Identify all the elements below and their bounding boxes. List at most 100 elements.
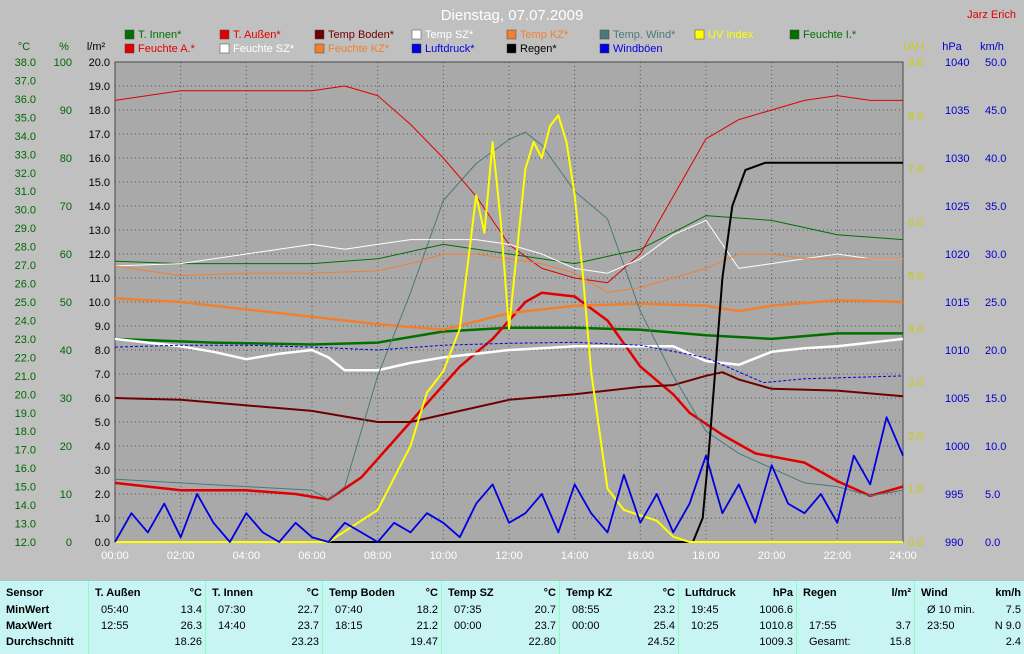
axis-tick-wind: 15.0 [985,393,1006,405]
axis-tick-temp: 33.0 [15,149,36,161]
axis-tick-rain: 1.0 [95,513,110,525]
axis-tick-temp: 17.0 [15,445,36,457]
axis-tick-hum: 20 [60,441,72,453]
stat-value: 1009.3 [759,636,793,648]
axis-tick-temp: 22.0 [15,352,36,364]
axis-tick-wind: 20.0 [985,345,1006,357]
axis-unit-uv: UV-I [903,41,924,53]
axis-tick-rain: 10.0 [89,297,110,309]
axis-tick-temp: 16.0 [15,463,36,475]
axis-tick-press: 1005 [945,393,969,405]
axis-tick-uv: 9.0 [908,57,923,69]
stat-value: 15.8 [889,636,911,648]
legend-swatch [599,29,610,40]
axis-tick-rain: 11.0 [89,273,110,285]
axis-tick-rain: 20.0 [89,57,110,69]
stat-value: 1006.6 [759,604,793,616]
axis-tick-rain: 13.0 [89,225,110,237]
stat-value: N 9.0 [994,620,1021,632]
legend-label: Feuchte KZ* [328,43,390,55]
axis-tick-temp: 26.0 [15,279,36,291]
axis-tick-temp: 32.0 [15,168,36,180]
axis-tick-uv: 5.0 [908,270,923,282]
axis-tick-temp: 13.0 [15,519,36,531]
axis-tick-uv: 6.0 [908,217,923,229]
axis-tick-hum: 60 [60,249,72,261]
stat-header: Temp SZ [448,587,494,599]
axis-tick-uv: 0.0 [908,537,923,549]
axis-tick-wind: 45.0 [985,105,1006,117]
stat-column: Temp Boden °C 07:40 18.2 18:15 21.2 19.47 [322,581,442,654]
weather-chart: 00:00 02:00 04:00 06:00 08:00 10:00 12:00 14:00… [15,7,1016,562]
axis-unit-rain: l/m² [87,41,106,53]
legend-label: Feuchte I.* [803,29,857,41]
stat-value: 22.7 [297,604,319,616]
stat-time: 18:15 [335,620,363,632]
axis-tick-hum: 10 [60,489,72,501]
stat-time: 19:45 [691,604,719,616]
stat-unit: l/m² [891,587,911,599]
stat-time: 00:00 [454,620,482,632]
legend-label: T. Außen* [233,29,281,41]
legend-swatch [219,29,230,40]
axis-tick-hum: 90 [60,105,72,117]
stat-unit: °C [425,587,438,599]
axis-tick-rain: 9.0 [95,321,110,333]
legend-label: UV Index [708,29,754,41]
stat-value: 20.7 [534,604,556,616]
stat-unit: °C [189,587,202,599]
axis-tick-temp: 36.0 [15,94,36,106]
stat-unit: °C [543,587,556,599]
axis-tick-temp: 18.0 [15,426,36,438]
axis-tick-rain: 0.0 [95,537,110,549]
axis-tick-rain: 6.0 [95,393,110,405]
legend-swatch [694,29,705,40]
x-tick-label: 22:00 [824,550,852,562]
axis-tick-temp: 31.0 [15,186,36,198]
axis-tick-rain: 14.0 [89,201,110,213]
stat-value: 19.47 [410,636,438,648]
axis-tick-hum: 100 [54,57,72,69]
axis-tick-temp: 34.0 [15,131,36,143]
axis-tick-wind: 50.0 [985,57,1006,69]
stat-value: 3.7 [895,620,911,632]
axis-tick-rain: 15.0 [89,177,110,189]
legend-label: Temp Boden* [328,29,395,41]
x-tick-label: 02:00 [167,550,195,562]
axis-tick-press: 1030 [945,153,969,165]
legend-label: Feuchte A.* [138,43,196,55]
stat-header: Temp Boden [329,587,395,599]
stat-value: 13.4 [180,604,202,616]
axis-tick-temp: 28.0 [15,242,36,254]
legend-swatch [506,43,517,54]
legend-label: Luftdruck* [425,43,475,55]
stat-value: 1010.8 [759,620,793,632]
stat-column: Temp KZ °C 08:55 23.2 00:00 25.4 24.52 [559,581,679,654]
stat-time: 00:00 [572,620,600,632]
axis-tick-temp: 27.0 [15,260,36,272]
stat-value: 18.2 [416,604,438,616]
axis-tick-hum: 30 [60,393,72,405]
stat-header: Luftdruck [685,587,736,599]
stat-column: T. Innen °C 07:30 22.7 14:40 23.7 23.23 [205,581,323,654]
stat-time: 05:40 [101,604,129,616]
legend-label: Feuchte SZ* [233,43,295,55]
axis-tick-temp: 38.0 [15,57,36,69]
axis-tick-hum: 80 [60,153,72,165]
stat-value: 25.4 [653,620,675,632]
axis-tick-press: 1010 [945,345,969,357]
axis-unit-press: hPa [942,41,962,53]
stat-value: 24.52 [647,636,675,648]
axis-tick-press: 1000 [945,441,969,453]
x-tick-label: 18:00 [692,550,720,562]
axis-unit-hum: % [59,41,69,53]
chart-title: Dienstag, 07.07.2009 [441,7,584,24]
axis-tick-temp: 19.0 [15,408,36,420]
stat-value: 18.26 [174,636,202,648]
legend-label: Temp SZ* [425,29,474,41]
axis-tick-rain: 2.0 [95,489,110,501]
axis-tick-temp: 15.0 [15,482,36,494]
stat-time: 17:55 [809,620,837,632]
axis-tick-rain: 4.0 [95,441,110,453]
stat-header: Wind [921,587,948,599]
